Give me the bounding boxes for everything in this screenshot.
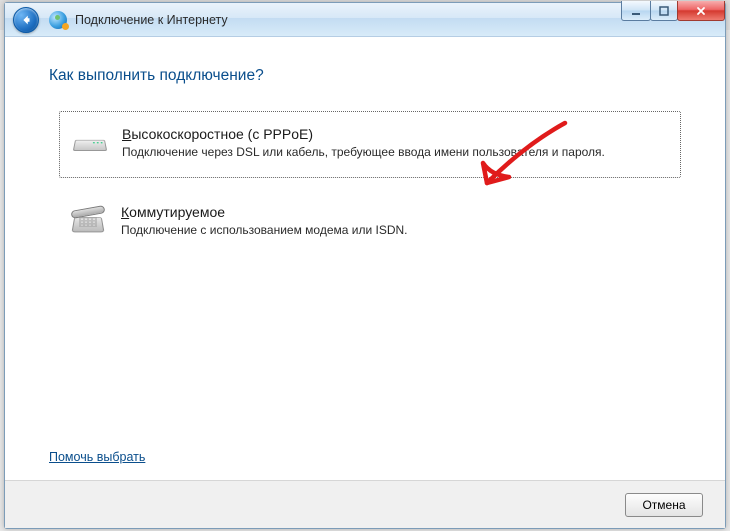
option-dialup[interactable]: Коммутируемое Подключение с использовани…: [59, 190, 681, 255]
minimize-button[interactable]: [621, 1, 651, 21]
connection-globe-icon: [49, 11, 67, 29]
help-choose-link[interactable]: Помочь выбрать: [49, 450, 145, 464]
wizard-window: Подключение к Интернету Как выполнить по…: [4, 2, 726, 529]
wizard-footer: Отмена: [5, 480, 725, 528]
maximize-button[interactable]: [650, 1, 678, 21]
titlebar: Подключение к Интернету: [5, 3, 725, 37]
window-title: Подключение к Интернету: [75, 13, 228, 27]
option-text: Высокоскоростное (с PPPoE) Подключение ч…: [122, 126, 666, 161]
option-broadband-pppoe[interactable]: Высокоскоростное (с PPPoE) Подключение ч…: [59, 111, 681, 178]
option-text: Коммутируемое Подключение с использовани…: [121, 204, 667, 239]
back-button[interactable]: [13, 7, 39, 33]
page-heading: Как выполнить подключение?: [49, 67, 681, 85]
option-description: Подключение через DSL или кабель, требую…: [122, 144, 666, 161]
option-title: Коммутируемое: [121, 204, 667, 220]
option-title: Высокоскоростное (с PPPoE): [122, 126, 666, 142]
window-controls: [622, 1, 725, 21]
wizard-body: Как выполнить подключение? Высокоскорост…: [5, 37, 725, 480]
close-button[interactable]: [677, 1, 725, 21]
connection-options: Высокоскоростное (с PPPoE) Подключение ч…: [59, 111, 681, 255]
phone-icon: [73, 206, 107, 236]
option-description: Подключение с использованием модема или …: [121, 222, 667, 239]
modem-icon: [74, 128, 108, 158]
cancel-button[interactable]: Отмена: [625, 493, 703, 517]
